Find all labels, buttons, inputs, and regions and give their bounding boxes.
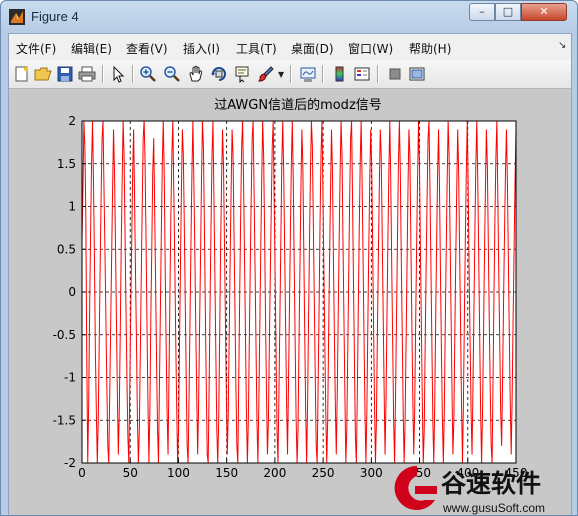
data-cursor-icon[interactable]: [233, 65, 251, 83]
brush-icon[interactable]: [257, 65, 275, 83]
y-tick-label: -0.5: [53, 328, 76, 342]
open-icon[interactable]: [34, 65, 52, 83]
y-tick-label: 0.5: [57, 242, 76, 256]
minimize-button[interactable]: –: [469, 3, 495, 21]
title-bar[interactable]: Figure 4 – □ ✕: [1, 1, 577, 33]
brush-dropdown-icon[interactable]: ▼: [278, 70, 284, 79]
y-tick-label: -1.5: [53, 413, 76, 427]
y-tick-label: 1.5: [57, 157, 76, 171]
menu-edit[interactable]: 编辑(E): [71, 40, 112, 57]
plot-svg: 过AWGN信道后的modz信号 0 50 100 150 200 250 300 350 400…: [53, 97, 528, 480]
figure-client: 文件(F) 编辑(E) 查看(V) 插入(I) 工具(T) 桌面(D) 窗口(W…: [8, 33, 572, 515]
menu-tools[interactable]: 工具(T): [236, 40, 277, 57]
link-icon[interactable]: [299, 65, 317, 83]
zoom-out-icon[interactable]: [163, 65, 181, 83]
y-tick-label: 0: [68, 285, 76, 299]
edit-plot-icon[interactable]: [109, 65, 127, 83]
x-tick-label: 150: [215, 466, 238, 480]
x-tick-label: 50: [123, 466, 138, 480]
toolbar-separator: [290, 65, 292, 83]
watermark: 谷速软件 www.gusuSoft.com: [381, 456, 577, 515]
save-icon[interactable]: [56, 65, 74, 83]
menu-bar: 文件(F) 编辑(E) 查看(V) 插入(I) 工具(T) 桌面(D) 窗口(W…: [9, 34, 571, 61]
menu-window[interactable]: 窗口(W): [348, 40, 393, 57]
menu-help[interactable]: 帮助(H): [409, 40, 451, 57]
toolbar-separator: [377, 65, 379, 83]
menu-desktop[interactable]: 桌面(D): [291, 40, 334, 57]
legend-icon[interactable]: [353, 65, 371, 83]
toolbar-separator: [132, 65, 134, 83]
hide-plot-tools-icon[interactable]: [386, 65, 404, 83]
menu-insert[interactable]: 插入(I): [183, 40, 220, 57]
chart-title: 过AWGN信道后的modz信号: [214, 97, 382, 113]
x-tick-label: 300: [360, 466, 383, 480]
show-plot-tools-icon[interactable]: [408, 65, 426, 83]
x-tick-label: 0: [78, 466, 86, 480]
rotate-3d-icon[interactable]: [210, 65, 228, 83]
pan-icon[interactable]: [187, 65, 205, 83]
menu-file[interactable]: 文件(F): [16, 40, 56, 57]
x-tick-label: 250: [312, 466, 335, 480]
y-tick-label: -1: [64, 371, 76, 385]
maximize-button[interactable]: □: [495, 3, 521, 21]
menu-view[interactable]: 查看(V): [126, 40, 168, 57]
y-tick-label: -2: [64, 456, 76, 470]
figure-toolbar: ▼: [9, 60, 571, 89]
print-icon[interactable]: [78, 65, 96, 83]
y-tick-label: 2: [68, 114, 76, 128]
figure-window: Figure 4 – □ ✕ 文件(F) 编辑(E) 查看(V) 插入(I) 工…: [0, 0, 578, 516]
watermark-url: www.gusuSoft.com: [442, 501, 545, 515]
window-title: Figure 4: [31, 9, 79, 24]
toolbar-separator: [322, 65, 324, 83]
watermark-brand: 谷速软件: [441, 469, 541, 498]
close-button[interactable]: ✕: [521, 3, 567, 21]
chevron-icon[interactable]: ↘: [558, 40, 566, 51]
zoom-in-icon[interactable]: [139, 65, 157, 83]
x-tick-label: 200: [263, 466, 286, 480]
matlab-icon: [9, 9, 25, 25]
new-figure-icon[interactable]: [13, 65, 31, 83]
colorbar-icon[interactable]: [331, 65, 349, 83]
figure-canvas[interactable]: 过AWGN信道后的modz信号 0 50 100 150 200 250 300 350 400…: [9, 89, 571, 515]
y-tick-label: 1: [68, 200, 76, 214]
toolbar-separator: [102, 65, 104, 83]
x-tick-label: 100: [167, 466, 190, 480]
